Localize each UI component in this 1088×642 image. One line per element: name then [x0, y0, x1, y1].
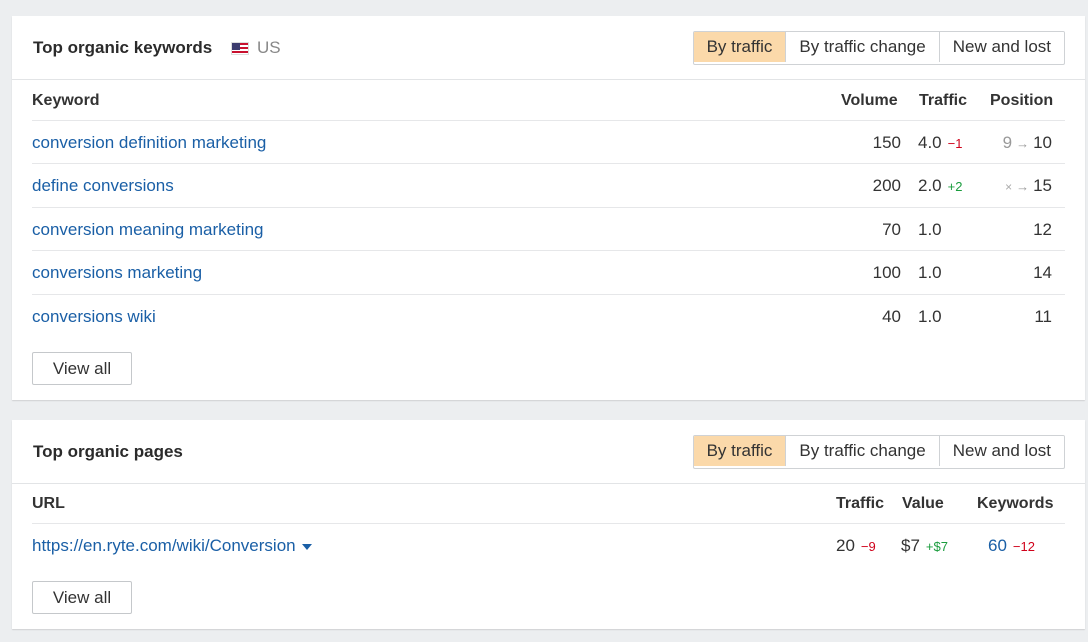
volume-value: 100: [872, 263, 901, 282]
top-organic-pages-card: Top organic pages By traffic By traffic …: [12, 420, 1085, 629]
col-header-keywords[interactable]: Keywords: [977, 495, 1053, 513]
position-cell: 9 → 10: [1003, 133, 1052, 153]
volume-value: 70: [882, 220, 901, 239]
table-row: conversions marketing 100 1.0 14: [32, 250, 1065, 294]
traffic-delta: −9: [860, 539, 876, 554]
traffic-value: 4.0: [918, 133, 942, 152]
traffic-cell: 2.0 +2: [918, 176, 962, 196]
keywords-tab-group: By traffic By traffic change New and los…: [692, 31, 1065, 65]
table-row: define conversions 200 2.0 +2 × → 15: [32, 163, 1065, 207]
position-to: 11: [1034, 307, 1052, 326]
traffic-value: 1.0: [918, 307, 942, 326]
traffic-delta: −1: [947, 136, 963, 151]
keyword-link[interactable]: conversions marketing: [32, 263, 202, 283]
us-flag-icon: [231, 41, 249, 55]
country-label: US: [257, 38, 281, 57]
card-header: Top organic pages By traffic By traffic …: [12, 420, 1085, 484]
arrow-right-icon: →: [1016, 136, 1030, 151]
traffic-value: 20: [836, 536, 855, 555]
chevron-down-icon[interactable]: [301, 543, 312, 550]
traffic-value: 1.0: [918, 220, 942, 239]
view-all-keywords-button[interactable]: View all: [32, 352, 132, 385]
table-row: conversion definition marketing 150 4.0−…: [32, 120, 1065, 164]
position-to: 14: [1033, 263, 1052, 282]
tab-by-traffic-change[interactable]: By traffic change: [785, 32, 939, 62]
tab-new-and-lost[interactable]: New and lost: [938, 32, 1064, 62]
arrow-right-icon: →: [1016, 179, 1030, 194]
value-amount: $7: [901, 536, 920, 555]
card-title: Top organic keywords: [33, 38, 213, 57]
not-ranked-icon: ×: [1005, 180, 1013, 194]
col-header-traffic[interactable]: Traffic: [836, 495, 884, 513]
position-to: 10: [1033, 133, 1052, 152]
tab-by-traffic[interactable]: By traffic: [693, 32, 786, 62]
col-header-volume[interactable]: Volume: [841, 92, 898, 110]
volume-value: 200: [872, 176, 901, 195]
volume-value: 150: [872, 133, 901, 152]
keywords-cell: 60 −12: [988, 536, 1035, 556]
keywords-count-link[interactable]: 60: [988, 536, 1007, 555]
page-url: https://en.ryte.com/wiki/Conversion: [32, 536, 296, 555]
keywords-delta: −12: [1012, 539, 1035, 554]
keyword-link[interactable]: conversion meaning marketing: [32, 220, 264, 240]
traffic-value: 2.0: [918, 176, 942, 195]
tab-by-traffic-change[interactable]: By traffic change: [785, 436, 939, 466]
card-header: Top organic keywords US By traffic By tr…: [12, 16, 1085, 80]
volume-value: 40: [882, 307, 901, 326]
value-cell: $7 +$7: [901, 536, 948, 556]
traffic-delta: +2: [947, 179, 963, 194]
traffic-cell: 4.0 −1: [918, 133, 962, 153]
position-from: 9: [1002, 133, 1013, 152]
col-header-url[interactable]: URL: [32, 495, 65, 513]
traffic-value: 1.0: [918, 263, 942, 282]
view-all-pages-button[interactable]: View all: [32, 581, 132, 614]
position-cell: × → 15: [1005, 176, 1052, 196]
keyword-link[interactable]: conversions wiki: [32, 307, 156, 327]
position-to: 12: [1033, 220, 1052, 239]
tab-new-and-lost[interactable]: New and lost: [938, 436, 1064, 466]
country-selector[interactable]: US: [231, 38, 281, 58]
table-row: conversion meaning marketing 70 1.0 12: [32, 207, 1065, 251]
value-delta: +$7: [925, 539, 948, 554]
keyword-link[interactable]: conversion definition marketing: [32, 133, 266, 153]
traffic-cell: 20 −9: [836, 536, 876, 556]
card-title: Top organic pages: [33, 442, 183, 461]
table-row: https://en.ryte.com/wiki/Conversion 20 −9…: [32, 523, 1065, 567]
top-organic-keywords-card: Top organic keywords US By traffic By tr…: [12, 16, 1085, 400]
col-header-value[interactable]: Value: [902, 495, 944, 513]
pages-tab-group: By traffic By traffic change New and los…: [692, 435, 1065, 469]
tab-by-traffic[interactable]: By traffic: [693, 436, 786, 466]
col-header-position[interactable]: Position: [990, 92, 1053, 110]
col-header-keyword[interactable]: Keyword: [32, 92, 100, 110]
position-to: 15: [1033, 176, 1052, 195]
keyword-link[interactable]: define conversions: [32, 176, 174, 196]
col-header-traffic[interactable]: Traffic: [919, 92, 967, 110]
table-row: conversions wiki 40 1.0 11: [32, 294, 1065, 338]
page-url-link[interactable]: https://en.ryte.com/wiki/Conversion: [32, 536, 312, 556]
